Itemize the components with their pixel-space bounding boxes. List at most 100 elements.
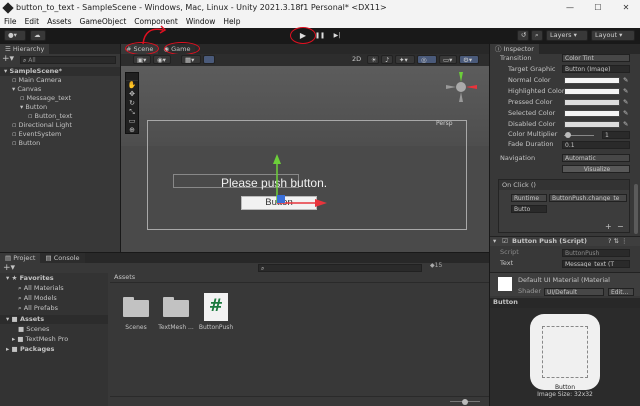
rect-tool-icon[interactable]: ▭ xyxy=(126,117,138,126)
history-button[interactable]: ↺ xyxy=(517,30,529,41)
snap-button[interactable] xyxy=(203,55,215,64)
hierarchy-item[interactable]: ▫ Main Camera xyxy=(0,76,120,85)
hierarchy-item[interactable]: ▫ Directional Light xyxy=(0,121,120,130)
rotate-tool-icon[interactable]: ↻ xyxy=(126,99,138,108)
layers-dropdown[interactable]: Layers ▾ xyxy=(546,30,588,41)
minimize-button[interactable]: — xyxy=(556,0,584,15)
event-object-field[interactable]: Butto xyxy=(511,205,547,213)
menu-assets[interactable]: Assets xyxy=(47,17,71,26)
lighting-toggle[interactable]: ☀ xyxy=(367,55,379,64)
eyedropper-icon[interactable]: ✎ xyxy=(623,87,628,96)
component-enabled-checkbox[interactable]: ☑ xyxy=(502,237,508,246)
packages-folder[interactable]: ▸ ■ Packages xyxy=(6,345,54,354)
view-tool-icon[interactable]: ✋ xyxy=(126,81,138,90)
menu-gameobject[interactable]: GameObject xyxy=(80,17,127,26)
scale-tool-icon[interactable]: ⤡ xyxy=(126,108,138,117)
zoom-slider-handle[interactable] xyxy=(462,399,468,405)
textmeshpro-folder[interactable]: ▸ ■ TextMesh Pro xyxy=(12,335,68,344)
transition-dropdown[interactable]: Color Tint xyxy=(562,54,630,62)
navigation-dropdown[interactable]: Automatic xyxy=(562,154,630,162)
camera-settings-button[interactable]: ▭▾ xyxy=(439,55,457,64)
project-add-button[interactable]: +▾ xyxy=(3,263,15,273)
hierarchy-item[interactable]: ▾ Canvas xyxy=(0,85,120,94)
hierarchy-item[interactable]: ▫ Message_text xyxy=(0,94,120,103)
account-button[interactable]: ●▾ xyxy=(4,30,26,41)
project-search-input[interactable]: ⌕ xyxy=(258,264,422,272)
cloud-button[interactable]: ☁ xyxy=(30,30,46,41)
2d-toggle[interactable]: 2D xyxy=(349,55,363,64)
runtime-dropdown[interactable]: Runtime xyxy=(511,194,547,202)
effects-toggle[interactable]: ✦▾ xyxy=(395,55,415,64)
gizmos-button[interactable]: ⚙▾ xyxy=(459,55,479,64)
fav-all-models[interactable]: ⌕ All Models xyxy=(18,294,57,303)
search-button[interactable]: ⌕ xyxy=(531,30,543,41)
tab-hierarchy[interactable]: ☰ Hierarchy xyxy=(0,44,50,54)
highlighted-color-label: Highlighted Color xyxy=(508,87,565,95)
tab-project[interactable]: ▤ Project xyxy=(0,253,41,263)
move-gizmo[interactable] xyxy=(261,154,331,214)
hierarchy-search-input[interactable]: ⌕ All xyxy=(20,56,116,64)
multiplier-value: 1 xyxy=(605,132,609,139)
eyedropper-icon[interactable]: ✎ xyxy=(623,109,628,118)
csharp-script-icon[interactable]: # xyxy=(204,293,228,321)
add-object-button[interactable]: +▾ xyxy=(2,55,16,64)
highlighted-color-swatch[interactable] xyxy=(564,88,620,95)
normal-color-swatch[interactable] xyxy=(564,77,620,84)
component-menu-icon[interactable]: ? ⇅ ⋮ xyxy=(608,237,628,246)
hierarchy-item[interactable]: ▾ Button xyxy=(0,103,120,112)
tab-inspector[interactable]: ⓘ Inspector xyxy=(490,44,539,54)
render-mode-button[interactable]: ◉▾ xyxy=(153,55,171,64)
hierarchy-item[interactable]: ▫ EventSystem xyxy=(0,130,120,139)
visualize-button[interactable]: Visualize xyxy=(562,165,630,173)
favorites-header[interactable]: ▾ ★ Favorites xyxy=(6,274,54,283)
eyedropper-icon[interactable]: ✎ xyxy=(623,76,628,85)
selected-color-swatch[interactable] xyxy=(564,110,620,117)
grid-button[interactable]: ▦▾ xyxy=(181,55,201,64)
event-object-value: Butto xyxy=(514,206,531,213)
asset-scenes-folder[interactable] xyxy=(123,297,149,317)
hierarchy-item[interactable]: ▫ Button xyxy=(0,139,120,148)
audio-toggle[interactable]: ♪ xyxy=(381,55,393,64)
assets-folder-label: Assets xyxy=(19,315,45,323)
remove-event-button[interactable]: − xyxy=(617,222,624,231)
menu-help[interactable]: Help xyxy=(223,17,240,26)
disabled-color-swatch[interactable] xyxy=(564,121,620,128)
collapse-icon[interactable]: ▾ xyxy=(493,237,496,246)
inspector-scrollbar[interactable] xyxy=(634,184,638,234)
fade-duration-input[interactable]: 0.1 xyxy=(562,141,630,149)
pressed-color-swatch[interactable] xyxy=(564,99,620,106)
move-tool-icon[interactable]: ✥ xyxy=(126,90,138,99)
shader-dropdown[interactable]: UI/Default xyxy=(544,288,604,296)
scenes-folder[interactable]: ■ Scenes xyxy=(18,325,49,334)
multiplier-input[interactable]: 1 xyxy=(602,131,630,139)
text-object-field[interactable]: Message_text (T xyxy=(562,260,630,268)
asset-textmeshpro-folder[interactable] xyxy=(163,297,189,317)
eyedropper-icon[interactable]: ✎ xyxy=(623,98,628,107)
add-event-button[interactable]: + xyxy=(605,222,612,231)
assets-folder[interactable]: ▾ ■ Assets xyxy=(0,315,108,324)
tab-console[interactable]: ▤ Console xyxy=(40,253,85,263)
target-graphic-field[interactable]: Button (Image) xyxy=(562,65,630,73)
hierarchy-item[interactable]: ▾ SampleScene* xyxy=(0,67,120,76)
function-dropdown[interactable]: ButtonPush.change_te xyxy=(549,194,627,202)
transform-tool-icon[interactable]: ⊕ xyxy=(126,126,138,134)
maximize-button[interactable]: ☐ xyxy=(584,0,612,15)
hierarchy-item[interactable]: ▫ Button_text xyxy=(0,112,120,121)
button-push-component-header[interactable]: ▾ ☑ Button Push (Script) ? ⇅ ⋮ xyxy=(490,236,640,246)
hidden-toggle[interactable]: ◎ xyxy=(417,55,437,64)
menu-window[interactable]: Window xyxy=(186,17,216,26)
fav-all-prefabs[interactable]: ⌕ All Prefabs xyxy=(18,304,58,313)
step-button[interactable]: ▶| xyxy=(330,30,344,41)
eyedropper-icon[interactable]: ✎ xyxy=(623,120,628,129)
edit-shader-button[interactable]: Edit... xyxy=(608,288,634,296)
draw-mode-button[interactable]: ▣▾ xyxy=(133,55,151,64)
scene-viewport[interactable]: Please push button. Button Persp xyxy=(121,66,489,252)
multiplier-slider-handle[interactable] xyxy=(565,132,571,138)
fav-all-materials[interactable]: ⌕ All Materials xyxy=(18,284,64,293)
orientation-gizmo[interactable] xyxy=(441,68,481,106)
breadcrumb-assets[interactable]: Assets xyxy=(114,273,135,282)
close-button[interactable]: ✕ xyxy=(612,0,640,15)
menu-file[interactable]: File xyxy=(4,17,17,26)
menu-edit[interactable]: Edit xyxy=(25,17,40,26)
layout-dropdown[interactable]: Layout ▾ xyxy=(591,30,635,41)
